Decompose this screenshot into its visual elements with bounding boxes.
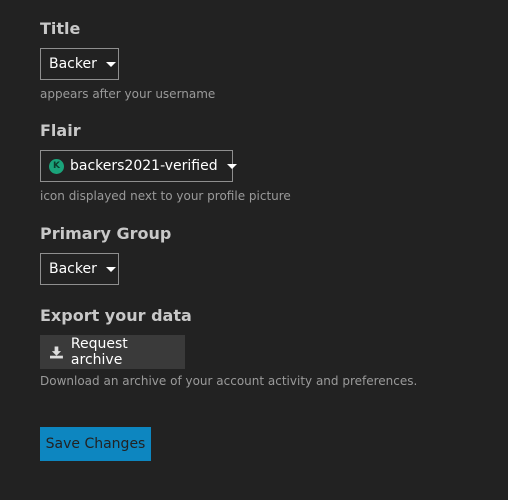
flair-select-value: backers2021-verified [70,158,218,174]
save-changes-button[interactable]: Save Changes [40,427,151,461]
flair-help-text: icon displayed next to your profile pict… [40,189,291,203]
caret-down-icon [105,266,116,272]
primary-group-heading: Primary Group [40,224,172,243]
primary-group-select-value: Backer [49,261,97,277]
export-help-text: Download an archive of your account acti… [40,374,418,388]
export-heading: Export your data [40,306,192,325]
title-select[interactable]: Backer [40,48,119,80]
request-archive-button[interactable]: Request archive [40,335,185,369]
title-help-text: appears after your username [40,87,216,101]
flair-select[interactable]: K backers2021-verified [40,150,237,182]
caret-down-icon [105,61,116,67]
caret-down-icon [226,163,237,169]
title-select-value: Backer [49,56,97,72]
flair-heading: Flair [40,121,81,140]
title-heading: Title [40,19,81,38]
primary-group-select[interactable]: Backer [40,253,119,285]
flair-badge-icon: K [49,158,64,174]
download-icon [50,346,63,359]
request-archive-label: Request archive [70,336,128,368]
